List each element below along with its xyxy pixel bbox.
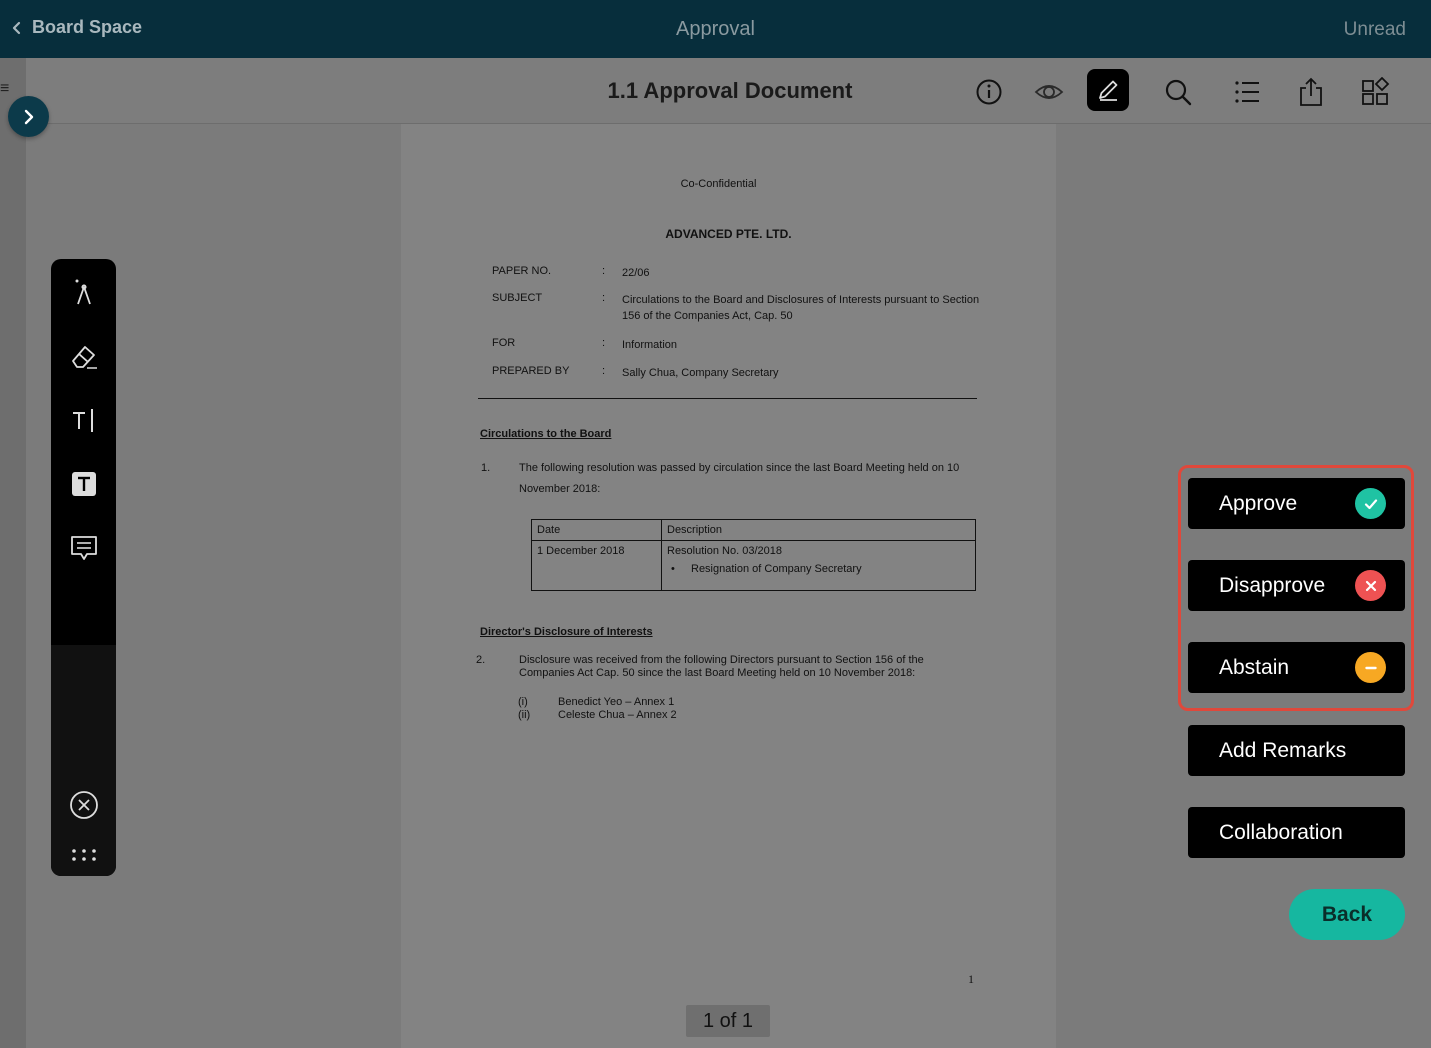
menu-icon[interactable]: ≡ <box>0 80 9 98</box>
side-menu-edge[interactable] <box>0 58 26 1048</box>
back-button[interactable]: Back <box>1289 889 1405 940</box>
annex-item: (i) Benedict Yeo – Annex 1 <box>518 696 674 708</box>
meta-value: Sally Chua, Company Secretary <box>622 367 779 379</box>
disapprove-label: Disapprove <box>1219 573 1326 597</box>
disapprove-button[interactable]: Disapprove <box>1188 560 1405 611</box>
eraser-icon[interactable] <box>67 339 101 373</box>
annex-text: Celeste Chua – Annex 2 <box>558 709 677 721</box>
annotation-toolbar <box>51 259 116 876</box>
table-header: Description <box>661 519 976 541</box>
chevron-right-icon <box>24 109 33 124</box>
paragraph-text: Disclosure was received from the followi… <box>519 654 924 679</box>
meta-key: PREPARED BY <box>492 365 570 377</box>
document-title: 1.1 Approval Document <box>607 78 853 103</box>
table-cell: 1 December 2018 <box>531 540 662 591</box>
document-page: Co-Confidential ADVANCED PTE. LTD. PAPER… <box>401 124 1056 1048</box>
table-cell: Resolution No. 03/2018 • Resignation of C… <box>661 540 976 591</box>
share-icon[interactable] <box>1291 72 1331 112</box>
document-toolbar: 1.1 Approval Document <box>0 58 1431 124</box>
annex-text: Benedict Yeo – Annex 1 <box>558 696 675 708</box>
meta-sep: : <box>602 337 606 349</box>
page-title: Approval <box>676 18 755 40</box>
list-icon[interactable] <box>1227 72 1267 112</box>
meta-key: SUBJECT <box>492 292 543 304</box>
section-heading: Circulations to the Board <box>480 428 612 440</box>
check-icon <box>1355 488 1386 519</box>
section-heading: Director's Disclosure of Interests <box>480 626 653 638</box>
text-box-icon[interactable] <box>67 467 101 501</box>
eye-icon[interactable] <box>1029 72 1069 112</box>
search-icon[interactable] <box>1158 72 1198 112</box>
text-cursor-icon[interactable] <box>67 403 101 437</box>
divider <box>478 398 977 399</box>
meta-value: 22/06 <box>622 267 650 279</box>
pen-icon[interactable] <box>1087 69 1129 111</box>
resolution-table: Date Description 1 December 2018 Resolut… <box>531 519 976 591</box>
company-name: ADVANCED PTE. LTD. <box>665 227 792 241</box>
drag-handle-icon[interactable] <box>67 840 101 870</box>
approve-button[interactable]: Approve <box>1188 478 1405 529</box>
table-header: Date <box>531 519 662 541</box>
annex-roman: (i) <box>518 696 528 708</box>
info-icon[interactable] <box>969 72 1009 112</box>
expand-sidebar-button[interactable] <box>8 96 49 137</box>
minus-icon <box>1355 652 1386 683</box>
add-remarks-button[interactable]: Add Remarks <box>1188 725 1405 776</box>
meta-value: Information <box>622 339 678 351</box>
unread-button[interactable]: Unread <box>1344 19 1406 41</box>
add-remarks-label: Add Remarks <box>1219 738 1347 762</box>
paragraph-number: 1. <box>481 462 491 474</box>
resolution-title: Resolution No. 03/2018 <box>667 545 782 557</box>
paragraph-number: 2. <box>476 654 486 666</box>
paragraph-text: The following resolution was passed by c… <box>519 462 960 495</box>
resolution-bullet: • Resignation of Company Secretary <box>667 563 970 575</box>
meta-value: Circulations to the Board and Disclosure… <box>622 294 980 322</box>
meta-key: PAPER NO. <box>492 265 552 277</box>
comment-icon[interactable] <box>67 531 101 565</box>
meta-sep: : <box>602 292 606 304</box>
pen-nib-icon[interactable] <box>67 275 101 309</box>
bullet-text: Resignation of Company Secretary <box>691 563 862 575</box>
meta-sep: : <box>602 265 606 277</box>
page-number: 1 <box>968 972 974 986</box>
meta-sep: : <box>602 365 606 377</box>
abstain-label: Abstain <box>1219 655 1290 679</box>
meta-key: FOR <box>492 337 516 349</box>
confidential-label: Co-Confidential <box>680 178 757 190</box>
annex-item: (ii) Celeste Chua – Annex 2 <box>518 709 677 721</box>
collaboration-button[interactable]: Collaboration <box>1188 807 1405 858</box>
annex-roman: (ii) <box>518 709 531 721</box>
top-navigation-bar: Board Space Approval Unread <box>0 0 1431 58</box>
grid-icon[interactable] <box>1356 72 1396 112</box>
x-icon <box>1355 570 1386 601</box>
collaboration-label: Collaboration <box>1219 820 1343 844</box>
abstain-button[interactable]: Abstain <box>1188 642 1405 693</box>
page-indicator: 1 of 1 <box>686 1005 770 1037</box>
bullet-icon: • <box>671 563 675 575</box>
close-circle-icon[interactable] <box>67 788 101 822</box>
approve-label: Approve <box>1219 491 1298 515</box>
